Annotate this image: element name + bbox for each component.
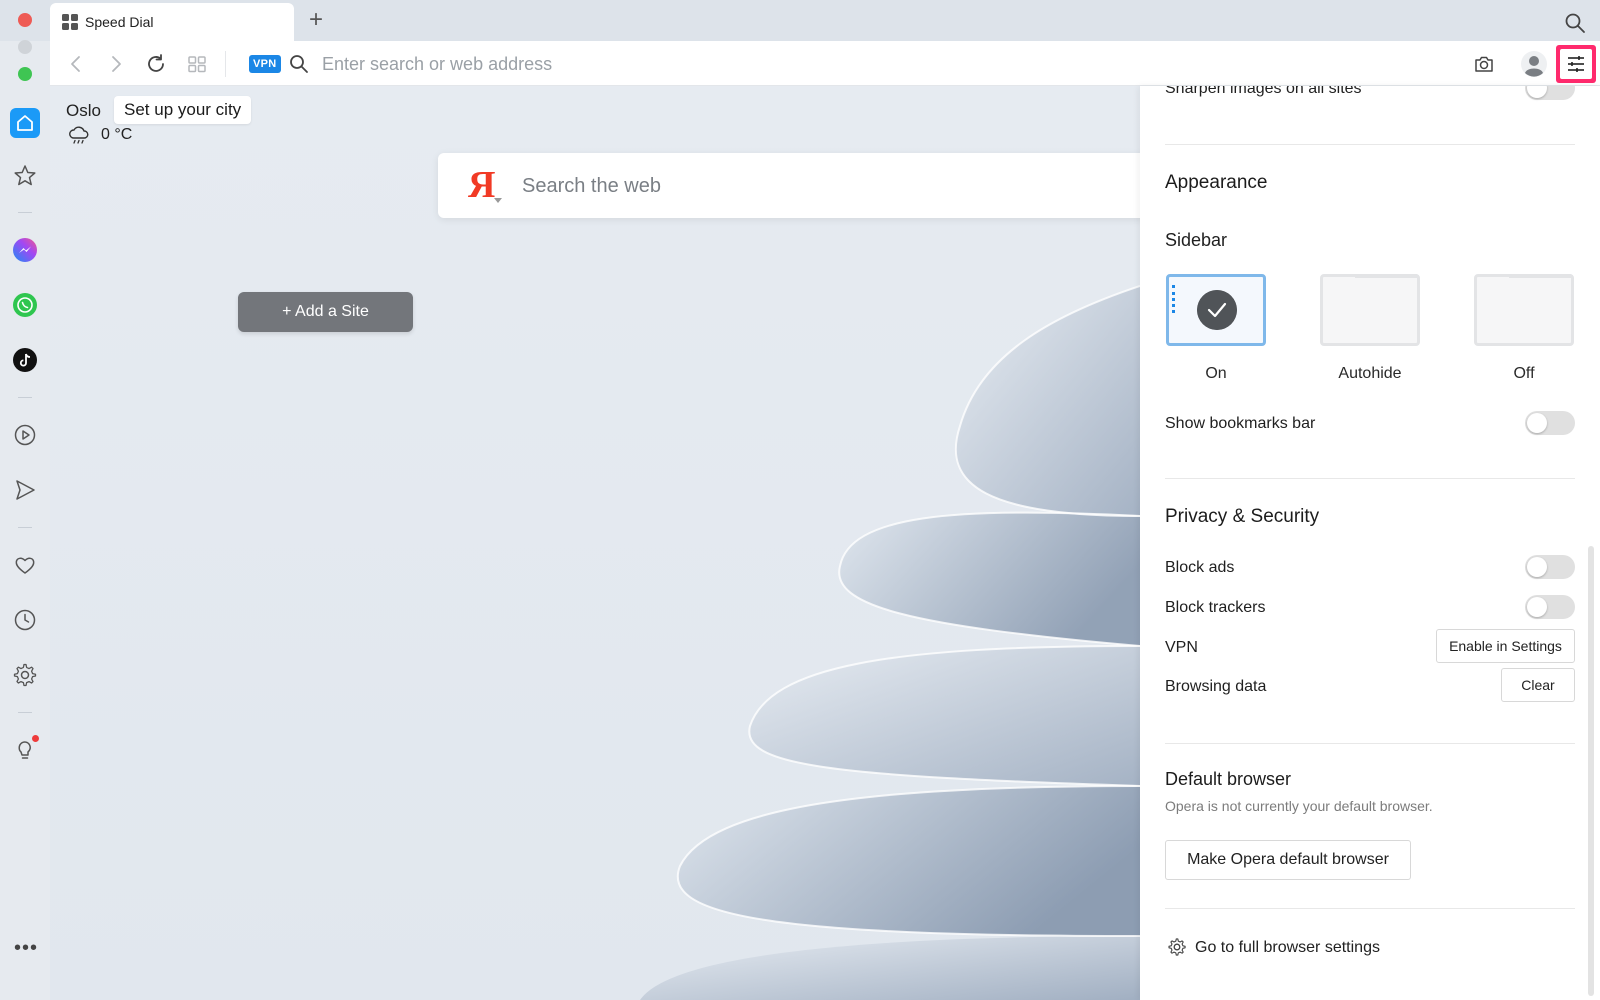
- wallpaper-waves: [640, 285, 1140, 1000]
- home-icon: [17, 115, 33, 131]
- vpn-badge[interactable]: VPN: [249, 55, 281, 73]
- sidebar-divider: [18, 397, 32, 398]
- panel-divider: [1165, 908, 1575, 909]
- tiktok-icon[interactable]: [12, 347, 38, 373]
- sidebar-option-off-label: Off: [1513, 365, 1535, 382]
- block-ads-label: Block ads: [1165, 559, 1235, 576]
- more-icon[interactable]: •••: [14, 938, 38, 958]
- sidebar-divider: [18, 527, 32, 528]
- panel-divider: [1165, 478, 1575, 479]
- forward-icon[interactable]: [104, 52, 128, 76]
- address-bar: VPN: [50, 41, 1600, 86]
- panel-scrollbar[interactable]: [1588, 546, 1594, 996]
- default-browser-heading: Default browser: [1165, 769, 1292, 789]
- full-settings-link[interactable]: Go to full browser settings: [1195, 939, 1380, 957]
- settings-icon[interactable]: [12, 662, 38, 688]
- default-browser-status: Opera is not currently your default brow…: [1165, 798, 1433, 814]
- reload-icon[interactable]: [144, 52, 168, 76]
- back-icon[interactable]: [64, 52, 88, 76]
- rain-cloud-icon: [69, 126, 89, 144]
- privacy-heading: Privacy & Security: [1165, 506, 1320, 527]
- notification-dot: [32, 735, 39, 742]
- speed-dial-page: Oslo Set up your city 0 °C Я + Add a Sit…: [50, 86, 1140, 1000]
- search-icon: [290, 55, 308, 73]
- clear-browsing-data-button[interactable]: Clear: [1501, 668, 1575, 702]
- make-default-button[interactable]: Make Opera default browser: [1165, 840, 1411, 880]
- close-window-button[interactable]: [18, 13, 32, 27]
- sidebar-option-autohide-label: Autohide: [1338, 365, 1402, 382]
- panel-divider: [1165, 144, 1575, 145]
- sidebar-option-on[interactable]: [1166, 274, 1266, 346]
- bookmarks-bar-toggle[interactable]: [1525, 411, 1575, 435]
- easy-setup-button[interactable]: [1556, 45, 1596, 83]
- browsing-data-label: Browsing data: [1165, 678, 1267, 695]
- heart-icon[interactable]: [12, 552, 38, 578]
- gear-icon: [1168, 938, 1186, 956]
- tab-grid-icon[interactable]: [185, 52, 209, 76]
- weather-city[interactable]: Oslo: [66, 101, 101, 121]
- sidebar-option-autohide[interactable]: [1320, 274, 1420, 346]
- maximize-window-button[interactable]: [18, 67, 32, 81]
- address-input[interactable]: [322, 49, 1402, 79]
- tab-speed-dial[interactable]: Speed Dial: [50, 3, 294, 41]
- yandex-logo[interactable]: Я: [468, 165, 495, 205]
- home-button[interactable]: [10, 108, 40, 138]
- tab-title: Speed Dial: [85, 14, 154, 30]
- player-icon[interactable]: [12, 422, 38, 448]
- search-engine-dropdown-icon[interactable]: [494, 198, 502, 203]
- city-tooltip: Set up your city: [114, 96, 252, 124]
- star-icon[interactable]: [12, 163, 38, 189]
- sharpen-images-label: Sharpen images on all sites: [1165, 86, 1362, 97]
- sidebar-option-on-label: On: [1205, 365, 1227, 382]
- sidebar-option-off[interactable]: [1474, 274, 1574, 346]
- checkmark-icon: [1197, 290, 1237, 330]
- sidebar: •••: [0, 41, 50, 1000]
- block-ads-toggle[interactable]: [1525, 555, 1575, 579]
- address-separator: [225, 51, 226, 77]
- sidebar-heading: Sidebar: [1165, 230, 1228, 250]
- tab-strip: Speed Dial +: [0, 0, 1600, 41]
- easy-setup-panel: Sharpen images on all sites Appearance S…: [1140, 86, 1600, 1000]
- sidebar-divider: [18, 712, 32, 713]
- web-search-box[interactable]: Я: [438, 153, 1140, 218]
- block-trackers-toggle[interactable]: [1525, 595, 1575, 619]
- bookmarks-bar-label: Show bookmarks bar: [1165, 415, 1316, 432]
- sharpen-images-toggle[interactable]: [1525, 86, 1575, 100]
- weather-temperature: 0 °C: [101, 126, 133, 143]
- camera-icon[interactable]: [1472, 52, 1496, 76]
- sidebar-divider: [18, 212, 32, 213]
- enable-vpn-button[interactable]: Enable in Settings: [1436, 629, 1575, 663]
- new-tab-button[interactable]: +: [304, 8, 328, 33]
- speed-dial-icon: [62, 14, 78, 30]
- easy-setup-icon: [1568, 56, 1584, 72]
- tab-search-icon[interactable]: [1564, 12, 1586, 34]
- send-icon[interactable]: [12, 477, 38, 503]
- whatsapp-icon[interactable]: [12, 292, 38, 318]
- add-site-button[interactable]: + Add a Site: [238, 292, 413, 332]
- history-icon[interactable]: [12, 607, 38, 633]
- minimize-window-button[interactable]: [18, 40, 32, 54]
- panel-divider: [1165, 743, 1575, 744]
- profile-icon[interactable]: [1520, 50, 1548, 78]
- web-search-input[interactable]: [522, 169, 1122, 203]
- vpn-label: VPN: [1165, 639, 1198, 656]
- messenger-icon[interactable]: [12, 237, 38, 263]
- block-trackers-label: Block trackers: [1165, 599, 1266, 616]
- appearance-heading: Appearance: [1165, 172, 1268, 193]
